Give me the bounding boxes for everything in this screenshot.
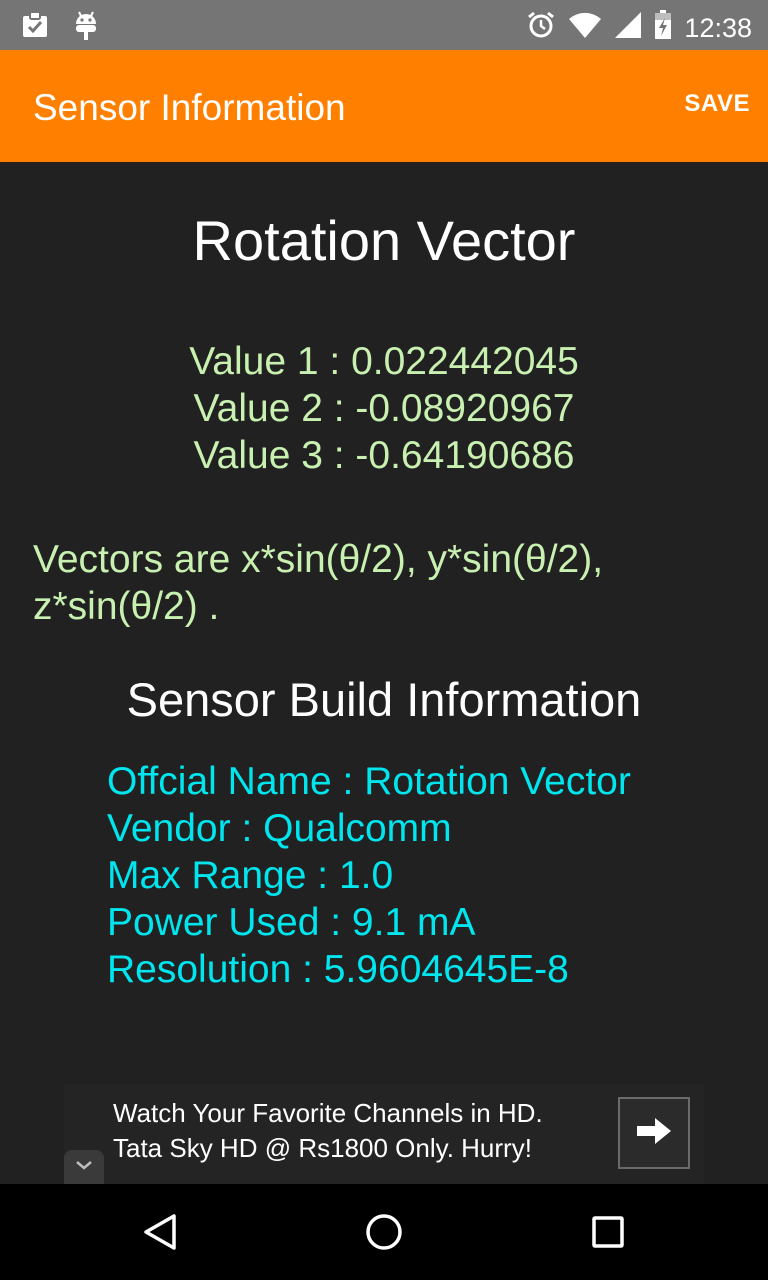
app-title: Sensor Information [33,87,346,128]
chevron-down-icon [74,1158,94,1176]
battery-icon [654,10,672,45]
build-max-range: Max Range : 1.0 [107,854,394,897]
sensor-value-1: Value 1 : 0.022442045 [189,340,579,383]
ad-collapse-button[interactable] [64,1150,104,1184]
ad-arrow-button[interactable] [618,1097,690,1169]
recents-button[interactable] [588,1212,628,1252]
back-button[interactable] [140,1212,180,1252]
vector-note: Vectors are x*sin(θ/2), y*sin(θ/2), z*si… [33,538,604,628]
build-resolution: Resolution : 5.9604645E-8 [107,948,569,991]
build-info-list: Offcial Name : Rotation Vector Vendor : … [107,758,631,993]
ad-line-1: Watch Your Favorite Channels in HD. [113,1098,543,1128]
build-info-heading: Sensor Build Information [126,673,642,726]
sensor-values: Value 1 : 0.022442045 Value 2 : -0.08920… [0,338,768,479]
navigation-bar [0,1184,768,1280]
ad-banner[interactable]: Watch Your Favorite Channels in HD. Tata… [64,1084,704,1184]
sensor-value-2: Value 2 : -0.08920967 [193,387,575,430]
build-official-name: Offcial Name : Rotation Vector [107,760,631,803]
wifi-icon [568,11,602,44]
status-time: 12:38 [684,12,752,43]
clipboard-check-icon [20,10,50,47]
build-power-used: Power Used : 9.1 mA [107,901,476,944]
home-button[interactable] [364,1212,404,1252]
back-icon [140,1214,180,1256]
status-bar: 12:38 [0,0,768,50]
save-button[interactable]: SAVE [684,90,750,118]
recents-icon [588,1216,628,1256]
arrow-right-icon [635,1115,673,1152]
ad-line-2: Tata Sky HD @ Rs1800 Only. Hurry! [113,1133,532,1163]
main-content: Rotation Vector Value 1 : 0.022442045 Va… [0,162,768,1184]
sensor-title: Rotation Vector [192,209,576,272]
build-vendor: Vendor : Qualcomm [107,807,452,850]
app-bar: Sensor Information SAVE [0,50,768,162]
sensor-value-3: Value 3 : -0.64190686 [193,434,575,477]
android-debug-icon [72,10,100,47]
ad-text[interactable]: Watch Your Favorite Channels in HD. Tata… [113,1096,593,1166]
home-icon [364,1214,404,1256]
signal-icon [614,11,642,44]
alarm-icon [526,10,556,45]
